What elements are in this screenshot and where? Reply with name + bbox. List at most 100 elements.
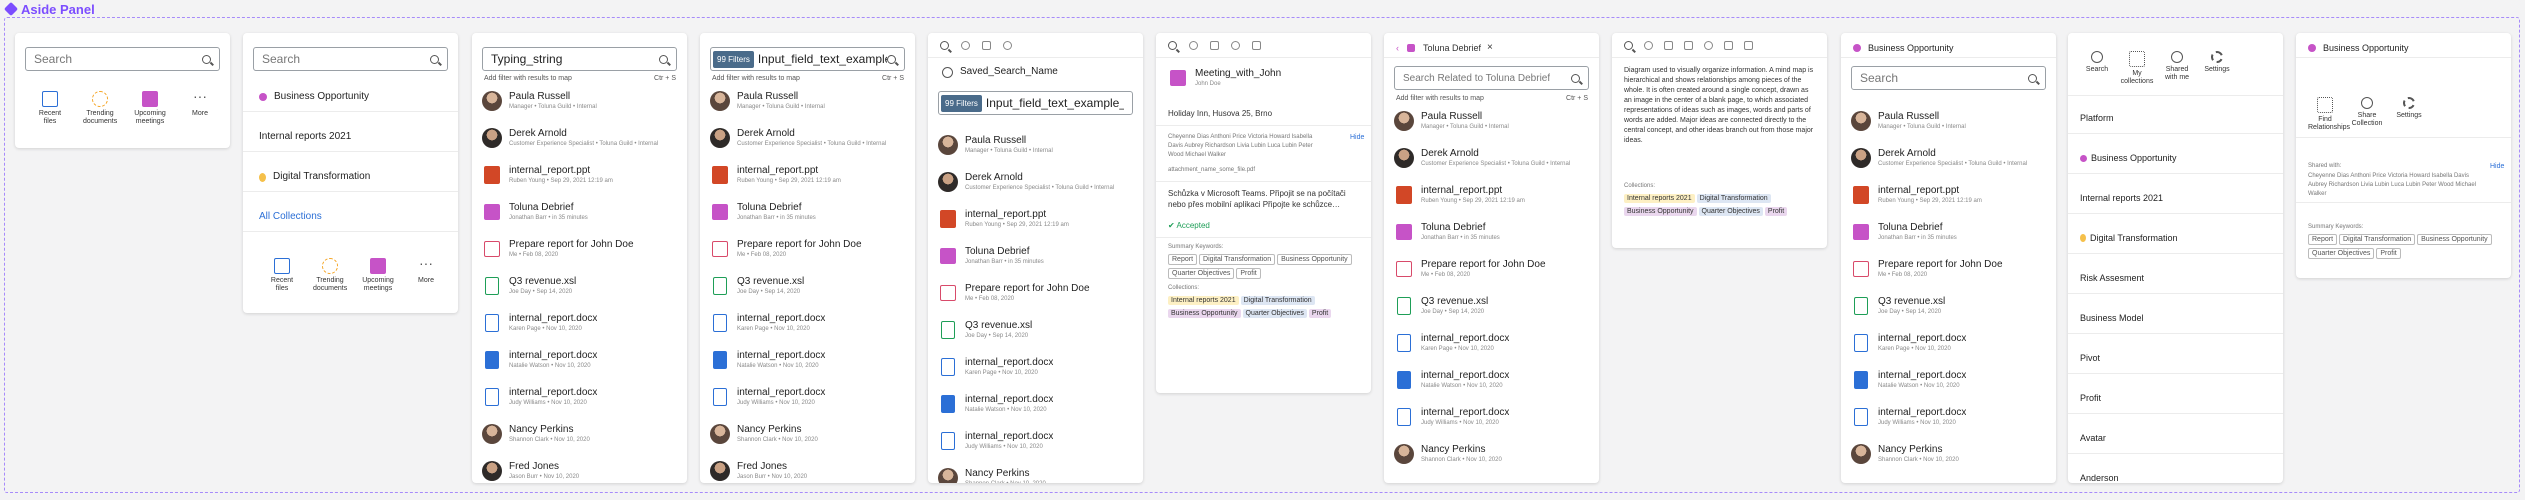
result-item[interactable]: Nancy PerkinsShannon Clark • Nov 10, 202… xyxy=(938,468,1143,483)
filters-badge[interactable]: 99 Filters xyxy=(941,94,982,112)
share-icon[interactable] xyxy=(1231,41,1240,50)
result-item[interactable]: Prepare report for John Doe Me • Feb 08, … xyxy=(710,239,915,259)
hide-link[interactable]: Hide xyxy=(2490,163,2504,170)
result-item[interactable]: Paula Russell Manager • Toluna Guild • In… xyxy=(710,91,915,111)
saved-search-item[interactable]: Saved_Search_Name xyxy=(942,66,1143,78)
result-item[interactable]: Nancy PerkinsShannon Clark • Nov 10, 202… xyxy=(482,424,687,444)
filter-bar[interactable]: Add filter with results to map Ctr + S xyxy=(712,75,904,82)
result-item[interactable]: internal_report.docx Judy Williams • Nov … xyxy=(482,387,687,407)
result-item[interactable]: Nancy PerkinsShannon Clark • Nov 10, 202… xyxy=(1851,444,2056,464)
find-relationships-tool[interactable]: Find Relationships xyxy=(2308,97,2350,132)
all-collections-link[interactable]: All Collections xyxy=(259,211,458,223)
more-action[interactable]: ··· More xyxy=(183,89,217,118)
download-icon[interactable] xyxy=(1684,41,1693,50)
settings-tool[interactable]: Settings xyxy=(2200,51,2234,74)
result-item[interactable]: Q3 revenue.xsl Joe Day • Sep 14, 2020 xyxy=(482,276,687,296)
collection-item[interactable]: Business Opportunity xyxy=(259,91,458,103)
nav-item[interactable]: Risk Assesment xyxy=(2080,273,2144,283)
attachment[interactable]: attachment_name_some_file.pdf xyxy=(1168,167,1255,173)
delete-icon[interactable] xyxy=(1744,41,1753,50)
result-item[interactable]: Paula Russell Manager • Toluna Guild • In… xyxy=(1851,111,2056,131)
search-input[interactable]: Typing_string xyxy=(482,47,677,71)
result-item[interactable]: internal_report.docx Natalie Watson • Nov… xyxy=(938,394,1143,414)
result-item[interactable]: Prepare report for John Doe Me • Feb 08, … xyxy=(938,283,1143,303)
result-item[interactable]: internal_report.docx Natalie Watson • Nov… xyxy=(710,350,915,370)
hide-link[interactable]: Hide xyxy=(1350,134,1364,141)
share-icon[interactable] xyxy=(1003,41,1012,50)
search-icon[interactable] xyxy=(940,41,949,50)
result-item[interactable]: Derek Arnold Customer Experience Speciali… xyxy=(482,128,687,148)
result-item[interactable]: Prepare report for John Doe Me • Feb 08, … xyxy=(482,239,687,259)
pin-icon[interactable] xyxy=(1210,41,1219,50)
result-item[interactable]: internal_report.docx Judy Williams • Nov … xyxy=(938,431,1143,451)
link-icon[interactable] xyxy=(1252,41,1261,50)
search-icon[interactable] xyxy=(1168,41,1177,50)
eye-icon[interactable] xyxy=(961,41,970,50)
recent-files-action[interactable]: Recent files xyxy=(33,91,67,126)
eye-icon[interactable] xyxy=(1189,41,1198,50)
result-item[interactable]: Nancy PerkinsShannon Clark • Nov 10, 202… xyxy=(1394,444,1599,464)
result-item[interactable]: Fred Jones Jason Burr • Nov 10, 2020 xyxy=(482,461,687,481)
trending-action[interactable]: Trending documents xyxy=(313,258,347,293)
result-item[interactable]: internal_report.docx Karen Page • Nov 10,… xyxy=(710,313,915,333)
filters-badge[interactable]: 99 Filters xyxy=(713,50,754,68)
result-item[interactable]: internal_report.ppt Ruben Young • Sep 29,… xyxy=(1851,185,2056,205)
eye-icon[interactable] xyxy=(1644,41,1653,50)
settings-tool[interactable]: Settings xyxy=(2392,97,2426,120)
result-item[interactable]: internal_report.docx Karen Page • Nov 10,… xyxy=(1851,333,2056,353)
filter-bar[interactable]: Add filter with results to map Ctr + S xyxy=(1396,95,1588,102)
result-item[interactable]: Paula Russell Manager • Toluna Guild • In… xyxy=(1394,111,1599,131)
result-item[interactable]: Toluna Debrief Jonathan Barr • in 35 minu… xyxy=(710,202,915,222)
related-search-input[interactable]: Search Related to Toluna Debrief xyxy=(1394,66,1589,90)
result-item[interactable]: Toluna Debrief Jonathan Barr • in 35 minu… xyxy=(1851,222,2056,242)
shared-tool[interactable]: Shared with me xyxy=(2160,51,2194,82)
result-item[interactable]: internal_report.docx Karen Page • Nov 10,… xyxy=(482,313,687,333)
result-item[interactable]: internal_report.ppt Ruben Young • Sep 29,… xyxy=(482,165,687,185)
result-item[interactable]: internal_report.docx Karen Page • Nov 10,… xyxy=(1394,333,1599,353)
nav-item[interactable]: Avatar xyxy=(2080,433,2106,443)
result-item[interactable]: Paula Russell Manager • Toluna Guild • In… xyxy=(938,135,1143,155)
result-item[interactable]: Fred Jones Jason Burr • Nov 10, 2020 xyxy=(710,461,915,481)
result-item[interactable]: Q3 revenue.xsl Joe Day • Sep 14, 2020 xyxy=(1394,296,1599,316)
pin-icon[interactable] xyxy=(982,41,991,50)
result-item[interactable]: Derek Arnold Customer Experience Speciali… xyxy=(1851,148,2056,168)
share-icon[interactable] xyxy=(1704,41,1713,50)
upcoming-action[interactable]: Upcoming meetings xyxy=(133,91,167,126)
nav-item[interactable]: Internal reports 2021 xyxy=(2080,193,2163,203)
search-input[interactable]: 99 Filters Input_field_text_example_t xyxy=(710,47,905,71)
result-item[interactable]: internal_report.docx Natalie Watson • Nov… xyxy=(482,350,687,370)
result-item[interactable]: Prepare report for John Doe Me • Feb 08, … xyxy=(1851,259,2056,279)
search-tool[interactable]: Search xyxy=(2080,51,2114,74)
result-item[interactable]: internal_report.docx Natalie Watson • Nov… xyxy=(1851,370,2056,390)
nav-item[interactable]: Pivot xyxy=(2080,353,2100,363)
result-item[interactable]: Q3 revenue.xsl Joe Day • Sep 14, 2020 xyxy=(1851,296,2056,316)
collection-item[interactable]: Internal reports 2021 xyxy=(259,131,458,143)
result-item[interactable]: internal_report.ppt Ruben Young • Sep 29,… xyxy=(710,165,915,185)
search-input[interactable]: 99 Filters Input_field_text_example_t xyxy=(938,91,1133,115)
result-item[interactable]: internal_report.docx Judy Williams • Nov … xyxy=(1851,407,2056,427)
result-item[interactable]: Derek Arnold Customer Experience Speciali… xyxy=(1394,148,1599,168)
result-item[interactable]: internal_report.docx Judy Williams • Nov … xyxy=(1394,407,1599,427)
share-collection-tool[interactable]: Share Collection xyxy=(2350,97,2384,128)
trending-action[interactable]: Trending documents xyxy=(83,91,117,126)
back-icon[interactable]: ‹ xyxy=(1396,43,1399,53)
result-item[interactable]: Toluna Debrief Jonathan Barr • in 35 minu… xyxy=(938,246,1143,266)
result-item[interactable]: Derek Arnold Customer Experience Speciali… xyxy=(710,128,915,148)
nav-item[interactable]: Business Model xyxy=(2080,313,2144,323)
result-item[interactable]: internal_report.docx Judy Williams • Nov … xyxy=(710,387,915,407)
pin-icon[interactable] xyxy=(1664,41,1673,50)
result-item[interactable]: internal_report.docx Karen Page • Nov 10,… xyxy=(938,357,1143,377)
result-item[interactable]: Derek Arnold Customer Experience Speciali… xyxy=(938,172,1143,192)
collection-item[interactable]: Digital Transformation xyxy=(259,171,458,183)
search-input[interactable]: Search xyxy=(253,47,448,71)
search-input[interactable]: Search xyxy=(1851,66,2046,90)
search-icon[interactable] xyxy=(1624,41,1633,50)
result-item[interactable]: internal_report.ppt Ruben Young • Sep 29,… xyxy=(938,209,1143,229)
result-item[interactable]: Q3 revenue.xsl Joe Day • Sep 14, 2020 xyxy=(938,320,1143,340)
result-item[interactable]: Toluna Debrief Jonathan Barr • in 35 minu… xyxy=(482,202,687,222)
upcoming-action[interactable]: Upcoming meetings xyxy=(361,258,395,293)
comment-icon[interactable] xyxy=(1724,41,1733,50)
search-input[interactable]: Search xyxy=(25,47,220,71)
result-item[interactable]: Paula Russell Manager • Toluna Guild • In… xyxy=(482,91,687,111)
nav-item[interactable]: Digital Transformation xyxy=(2080,233,2178,243)
